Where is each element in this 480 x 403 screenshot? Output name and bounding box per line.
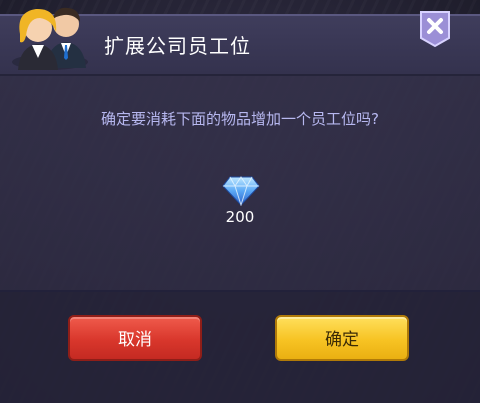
confirm-message: 确定要消耗下面的物品增加一个员工位吗? [101,110,379,128]
dialog-title: 扩展公司员工位 [104,34,251,58]
gem-cost-amount: 200 [225,208,255,226]
staff-avatar-icon [12,7,88,70]
close-icon[interactable] [418,10,452,48]
confirm-button[interactable]: 确定 [275,315,409,361]
diamond-gem-icon [222,176,260,206]
expand-staff-dialog: 扩展公司员工位 确定要消耗下面的物品增加一个员工位吗? 200 取消 确定 [0,0,480,403]
cancel-button[interactable]: 取消 [68,315,202,361]
